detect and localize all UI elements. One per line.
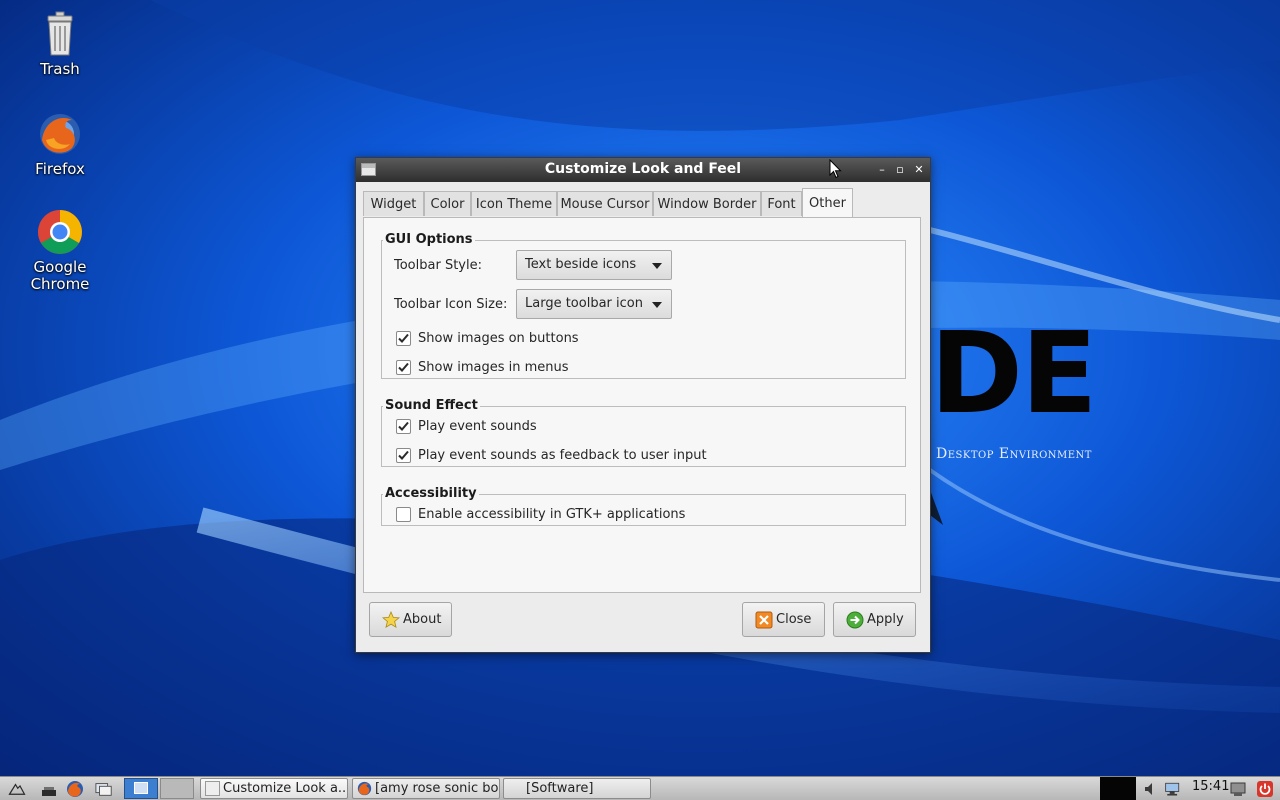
show-images-on-buttons-label[interactable]: Show images on buttons — [418, 331, 579, 346]
about-button-label: About — [403, 612, 442, 627]
terminal-icon[interactable] — [40, 780, 58, 798]
close-x-icon — [755, 611, 773, 629]
toolbar-style-value: Text beside icons — [525, 257, 637, 272]
tab-panel-other: GUI Options Toolbar Style: Text beside i… — [363, 217, 921, 593]
chevron-down-icon — [652, 263, 662, 269]
minimize-icon[interactable]: – — [874, 162, 890, 178]
sound-effect-title: Sound Effect — [383, 398, 480, 413]
play-feedback-sounds-checkbox[interactable] — [396, 448, 411, 463]
close-button-label: Close — [776, 612, 812, 627]
close-button[interactable]: Close — [742, 602, 825, 637]
task-firefox[interactable]: [amy rose sonic bo... — [352, 778, 500, 799]
toolbar-style-dropdown[interactable]: Text beside icons — [516, 250, 672, 280]
show-images-in-menus-label[interactable]: Show images in menus — [418, 360, 569, 375]
apply-button[interactable]: Apply — [833, 602, 916, 637]
chevron-down-icon — [652, 302, 662, 308]
brand-tagline: Desktop Environment — [936, 446, 1092, 462]
play-event-sounds-label[interactable]: Play event sounds — [418, 419, 537, 434]
tray-black-area — [1100, 777, 1136, 800]
tab-font[interactable]: Font — [761, 191, 802, 216]
taskbar: Customize Look a... [amy rose sonic bo..… — [0, 776, 1280, 800]
checkmark-icon — [398, 362, 409, 372]
workspace-2[interactable] — [160, 778, 194, 799]
firefox-launcher-icon[interactable] — [66, 780, 84, 798]
maximize-icon[interactable]: ▫ — [892, 162, 908, 178]
tab-icon-theme[interactable]: Icon Theme — [471, 191, 557, 216]
task-label: Customize Look a... — [223, 781, 348, 796]
lock-screen-icon[interactable] — [1229, 780, 1247, 798]
toolbar-style-label: Toolbar Style: — [394, 258, 482, 273]
desktop-icon-trash[interactable]: Trash — [10, 10, 110, 78]
tab-color[interactable]: Color — [424, 191, 471, 216]
apply-button-label: Apply — [867, 612, 904, 627]
task-customize-look[interactable]: Customize Look a... — [200, 778, 348, 799]
chrome-icon — [38, 210, 82, 254]
desktop-icon-firefox[interactable]: Firefox — [10, 110, 110, 178]
toolbar-icon-size-dropdown[interactable]: Large toolbar icon — [516, 289, 672, 319]
window-app-icon — [205, 781, 220, 796]
tab-other[interactable]: Other — [802, 188, 853, 217]
checkmark-icon — [398, 333, 409, 343]
show-images-on-buttons-checkbox[interactable] — [396, 331, 411, 346]
toolbar-icon-size-value: Large toolbar icon — [525, 296, 643, 311]
accessibility-title: Accessibility — [383, 486, 479, 501]
task-software[interactable]: [Software] — [503, 778, 651, 799]
gui-options-title: GUI Options — [383, 232, 475, 247]
desktop-icon-label: Firefox — [35, 160, 85, 178]
desktop-icon-google-chrome[interactable]: Google Chrome — [10, 208, 110, 293]
workspace-1[interactable] — [124, 778, 158, 799]
desktop-icon-label: Google — [33, 258, 87, 276]
firefox-icon — [357, 781, 372, 796]
tab-window-border[interactable]: Window Border — [653, 191, 761, 216]
mouse-pointer-icon — [829, 159, 842, 179]
show-images-in-menus-checkbox[interactable] — [396, 360, 411, 375]
tab-widget[interactable]: Widget — [363, 191, 424, 216]
volume-icon[interactable] — [1142, 780, 1160, 798]
play-feedback-sounds-label[interactable]: Play event sounds as feedback to user in… — [418, 448, 707, 463]
enable-accessibility-label[interactable]: Enable accessibility in GTK+ application… — [418, 507, 685, 522]
tab-mouse-cursor[interactable]: Mouse Cursor — [557, 191, 653, 216]
brand-logo: DE — [930, 309, 1097, 439]
play-event-sounds-checkbox[interactable] — [396, 419, 411, 434]
customize-look-and-feel-window: Customize Look and Feel – ▫ ✕ Widget Col… — [355, 157, 931, 653]
toolbar-icon-size-label: Toolbar Icon Size: — [394, 297, 508, 312]
desktop-icon-label-line2: Chrome — [30, 275, 90, 293]
window-title: Customize Look and Feel — [544, 161, 742, 177]
network-icon[interactable] — [1164, 780, 1182, 798]
trash-icon — [47, 11, 73, 56]
task-label: [Software] — [526, 781, 594, 796]
workspace-window-thumb — [134, 782, 148, 794]
about-button[interactable]: About — [369, 602, 452, 637]
file-manager-icon[interactable] — [95, 780, 113, 798]
enable-accessibility-checkbox[interactable] — [396, 507, 411, 522]
apply-arrow-icon — [846, 611, 864, 629]
clock[interactable]: 15:41 — [1192, 779, 1229, 794]
desktop-icon-label: Trash — [40, 60, 80, 78]
task-label: [amy rose sonic bo... — [375, 781, 500, 796]
close-icon[interactable]: ✕ — [911, 162, 927, 178]
power-icon[interactable] — [1256, 780, 1274, 798]
checkmark-icon — [398, 450, 409, 460]
star-icon — [382, 611, 400, 629]
window-titlebar[interactable]: Customize Look and Feel – ▫ ✕ — [356, 158, 930, 182]
firefox-icon — [40, 114, 80, 154]
checkmark-icon — [398, 421, 409, 431]
start-menu-icon[interactable] — [8, 780, 26, 798]
